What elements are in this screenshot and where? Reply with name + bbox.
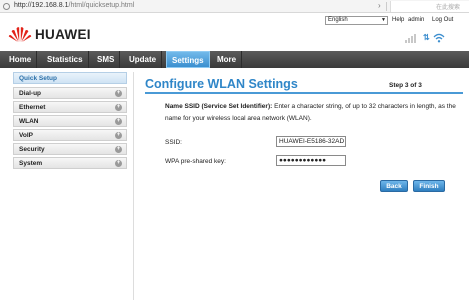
logout-link[interactable]: Log Out (432, 17, 453, 23)
back-button[interactable]: Back (380, 180, 408, 192)
expand-icon[interactable]: + (115, 90, 122, 97)
language-selected: English (328, 17, 348, 23)
help-link[interactable]: Help (392, 17, 404, 23)
settings-sidebar: Quick Setup Dial-up + Ethernet + WLAN + … (13, 72, 127, 171)
main-nav: Home Statistics SMS Update Settings More (0, 51, 469, 68)
page-info-icon[interactable] (3, 3, 10, 10)
sidebar-item-quick-setup[interactable]: Quick Setup (13, 72, 127, 84)
browser-address-bar: http://192.168.8.1/html/quicksetup.html … (0, 0, 469, 13)
expand-icon[interactable]: + (115, 132, 122, 139)
address-url[interactable]: http://192.168.8.1/html/quicksetup.html (14, 2, 134, 9)
brand-name: HUAWEI (35, 27, 91, 42)
sidebar-item-label: Security (19, 146, 45, 153)
sidebar-item-security[interactable]: Security + (13, 143, 127, 155)
transfer-icon: ⇅ (423, 33, 430, 42)
sidebar-item-label: WLAN (19, 118, 39, 125)
page-title: Configure WLAN Settings (145, 77, 298, 91)
ssid-description: Name SSID (Service Set Identifier): Ente… (165, 101, 457, 125)
expand-icon[interactable]: + (115, 160, 122, 167)
language-select[interactable]: English ▼ (325, 16, 388, 25)
sidebar-item-label: Dial-up (19, 90, 42, 97)
ssid-label: SSID: (165, 139, 182, 146)
sidebar-item-dial-up[interactable]: Dial-up + (13, 87, 127, 99)
chevron-right-icon[interactable]: › (378, 1, 381, 10)
page-header: HUAWEI English ▼ Help admin Log Out ⇅ (0, 14, 469, 51)
sidebar-item-ethernet[interactable]: Ethernet + (13, 101, 127, 113)
url-host: http://192.168.8.1 (14, 2, 69, 9)
sidebar-item-wlan[interactable]: WLAN + (13, 115, 127, 127)
sidebar-item-system[interactable]: System + (13, 157, 127, 169)
nav-home[interactable]: Home (4, 51, 38, 68)
ssid-field[interactable]: HUAWEI-E5186-32AD (276, 136, 346, 147)
wpa-key-field[interactable]: ●●●●●●●●●●●● (276, 155, 346, 166)
sidebar-item-voip[interactable]: VoIP + (13, 129, 127, 141)
expand-icon[interactable]: + (115, 104, 122, 111)
sidebar-item-label: VoIP (19, 132, 33, 139)
url-path: /html/quicksetup.html (68, 2, 135, 9)
browser-search-placeholder: 在此搜索 (436, 5, 461, 11)
nav-settings[interactable]: Settings (166, 51, 210, 68)
user-name: admin (408, 17, 425, 23)
title-divider (145, 92, 463, 94)
step-indicator: Step 3 of 3 (389, 82, 422, 89)
huawei-logo-icon (8, 27, 32, 42)
finish-button[interactable]: Finish (413, 180, 445, 192)
sidebar-item-label: Ethernet (19, 104, 46, 111)
nav-sms[interactable]: SMS (92, 51, 121, 68)
expand-icon[interactable]: + (115, 118, 122, 125)
wifi-icon (433, 33, 445, 43)
nav-update[interactable]: Update (124, 51, 163, 68)
address-divider (386, 2, 387, 11)
vertical-divider (133, 72, 134, 300)
sidebar-item-label: System (19, 160, 43, 167)
nav-more[interactable]: More (212, 51, 243, 68)
expand-icon[interactable]: + (115, 146, 122, 153)
chevron-down-icon: ▼ (381, 17, 386, 23)
ssid-description-heading: Name SSID (Service Set Identifier): (165, 103, 273, 110)
nav-statistics[interactable]: Statistics (42, 51, 89, 68)
wpa-key-label: WPA pre-shared key: (165, 158, 226, 165)
